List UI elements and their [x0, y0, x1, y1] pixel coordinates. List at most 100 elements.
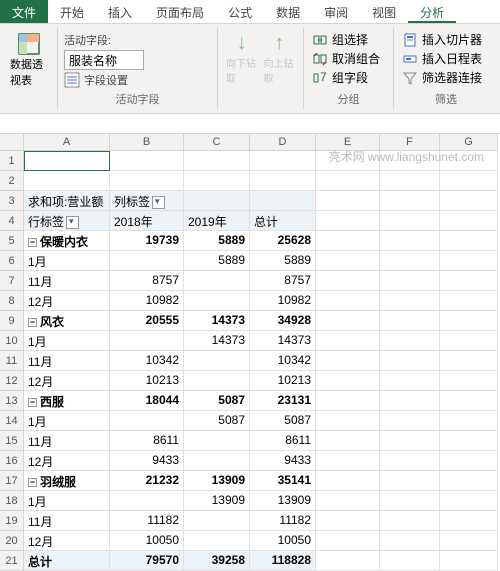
row-header[interactable]: 12 — [0, 371, 24, 391]
cell[interactable]: 20555 — [110, 311, 184, 331]
collapse-icon[interactable]: − — [28, 478, 37, 487]
cell[interactable] — [380, 171, 440, 191]
cell[interactable] — [316, 211, 380, 231]
col-header[interactable] — [0, 134, 24, 151]
cell[interactable] — [440, 251, 498, 271]
insert-timeline-button[interactable]: 插入日程表 — [400, 49, 492, 68]
cell[interactable] — [380, 191, 440, 211]
cell[interactable]: 1月 — [24, 491, 110, 511]
cell[interactable] — [380, 391, 440, 411]
cell[interactable] — [380, 291, 440, 311]
row-header[interactable]: 10 — [0, 331, 24, 351]
cell[interactable]: 列标签 — [110, 191, 184, 211]
row-header[interactable]: 3 — [0, 191, 24, 211]
cell[interactable]: 11月 — [24, 271, 110, 291]
cell[interactable] — [184, 271, 250, 291]
cell[interactable] — [440, 491, 498, 511]
cell[interactable] — [440, 191, 498, 211]
cell[interactable] — [440, 451, 498, 471]
cell[interactable]: 10050 — [250, 531, 316, 551]
cell[interactable]: 5087 — [184, 391, 250, 411]
cell[interactable]: 35141 — [250, 471, 316, 491]
collapse-icon[interactable]: − — [28, 238, 37, 247]
cell[interactable]: 5087 — [184, 411, 250, 431]
cell[interactable]: 10342 — [110, 351, 184, 371]
cell[interactable]: 8757 — [250, 271, 316, 291]
cell[interactable] — [316, 271, 380, 291]
row-header[interactable]: 14 — [0, 411, 24, 431]
cell[interactable] — [440, 311, 498, 331]
cell[interactable] — [380, 531, 440, 551]
cell[interactable]: 1月 — [24, 331, 110, 351]
cell[interactable] — [380, 411, 440, 431]
cell[interactable]: −保暖内衣 — [24, 231, 110, 251]
cell[interactable] — [184, 191, 250, 211]
row-header[interactable]: 17 — [0, 471, 24, 491]
cell[interactable] — [110, 251, 184, 271]
cell[interactable] — [440, 291, 498, 311]
tab-数据[interactable]: 数据 — [264, 0, 312, 23]
cell[interactable]: 12月 — [24, 531, 110, 551]
pivot-table-button[interactable]: 数据透视表 — [6, 30, 51, 90]
cell[interactable]: 10213 — [250, 371, 316, 391]
cell[interactable]: 12月 — [24, 291, 110, 311]
cell[interactable] — [110, 151, 184, 171]
tab-插入[interactable]: 插入 — [96, 0, 144, 23]
cell[interactable] — [380, 511, 440, 531]
cell[interactable]: 34928 — [250, 311, 316, 331]
row-header[interactable]: 13 — [0, 391, 24, 411]
cell[interactable] — [380, 211, 440, 231]
cell[interactable] — [316, 191, 380, 211]
cell[interactable]: 14373 — [250, 331, 316, 351]
cell[interactable]: 79570 — [110, 551, 184, 571]
cell[interactable] — [440, 271, 498, 291]
cell[interactable] — [316, 311, 380, 331]
cell[interactable]: 11月 — [24, 511, 110, 531]
cell[interactable] — [440, 391, 498, 411]
col-header[interactable]: C — [184, 134, 250, 151]
cell[interactable] — [316, 351, 380, 371]
cell[interactable] — [440, 171, 498, 191]
formula-bar[interactable] — [0, 114, 500, 134]
cell[interactable]: 11182 — [250, 511, 316, 531]
row-header[interactable]: 16 — [0, 451, 24, 471]
cell[interactable] — [440, 511, 498, 531]
cell[interactable]: −羽绒服 — [24, 471, 110, 491]
cell[interactable] — [380, 471, 440, 491]
cell[interactable] — [24, 171, 110, 191]
cell[interactable]: 2018年 — [110, 211, 184, 231]
cell[interactable] — [440, 531, 498, 551]
cell[interactable] — [440, 351, 498, 371]
cell[interactable] — [440, 411, 498, 431]
tab-开始[interactable]: 开始 — [48, 0, 96, 23]
col-header[interactable]: F — [380, 134, 440, 151]
cell[interactable] — [316, 491, 380, 511]
cell[interactable]: 19739 — [110, 231, 184, 251]
row-header[interactable]: 9 — [0, 311, 24, 331]
cell[interactable] — [316, 331, 380, 351]
ungroup-button[interactable]: 取消组合 — [310, 49, 387, 68]
cell[interactable] — [316, 511, 380, 531]
cell[interactable]: 13909 — [250, 491, 316, 511]
cell[interactable]: 10342 — [250, 351, 316, 371]
active-field-input[interactable] — [64, 50, 144, 70]
cell[interactable]: 总计 — [24, 551, 110, 571]
cell[interactable] — [440, 551, 498, 571]
cell[interactable]: 5889 — [184, 231, 250, 251]
field-settings-button[interactable]: 字段设置 — [64, 72, 211, 88]
cell[interactable] — [440, 371, 498, 391]
cell[interactable] — [440, 211, 498, 231]
cell[interactable]: 23131 — [250, 391, 316, 411]
collapse-icon[interactable]: − — [28, 318, 37, 327]
cell[interactable] — [316, 171, 380, 191]
cell[interactable] — [110, 171, 184, 191]
cell[interactable]: 1月 — [24, 251, 110, 271]
spreadsheet-grid[interactable]: ABCDEFG123求和项:营业额列标签4行标签2018年2019年总计5−保暖… — [0, 134, 500, 571]
row-header[interactable]: 19 — [0, 511, 24, 531]
cell[interactable] — [380, 231, 440, 251]
row-header[interactable]: 18 — [0, 491, 24, 511]
cell[interactable] — [440, 471, 498, 491]
cell[interactable]: 13909 — [184, 491, 250, 511]
cell[interactable] — [184, 351, 250, 371]
cell[interactable]: 10982 — [250, 291, 316, 311]
